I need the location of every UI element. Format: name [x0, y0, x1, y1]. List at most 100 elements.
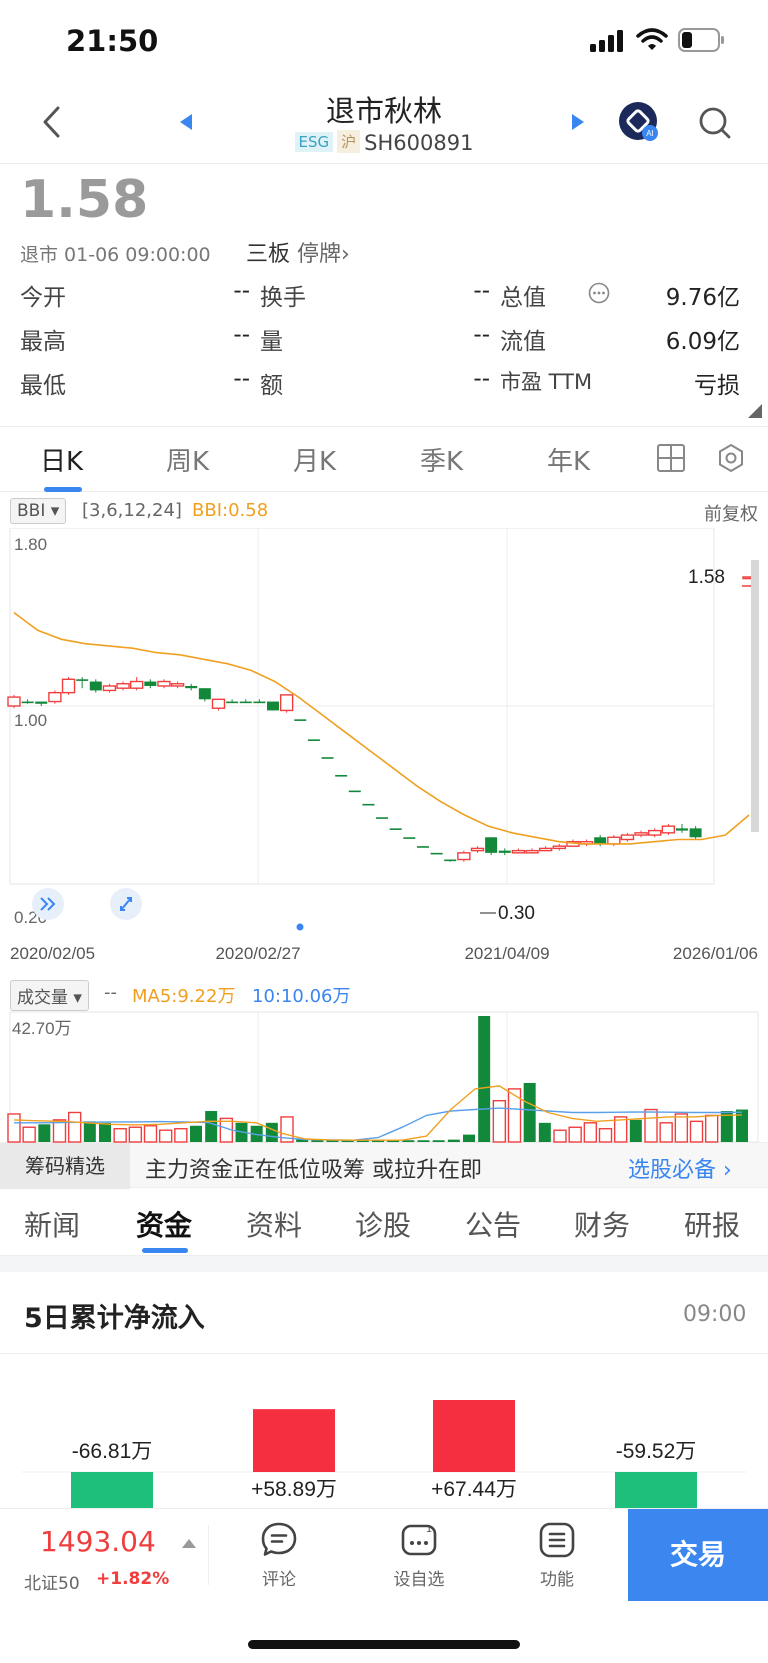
- candle: [211, 698, 226, 711]
- flow-bar: [71, 1472, 153, 1508]
- stat-value: 6.09亿: [665, 329, 740, 355]
- board-status[interactable]: 三板 停牌›: [246, 236, 350, 268]
- candle-body: [198, 688, 211, 700]
- kline-chart[interactable]: 1.801.000.202020/02/05 2020/02/27 2021/04/…: [0, 528, 768, 978]
- candle: [362, 803, 375, 806]
- stats-row: 最低 -- 额 -- 市盈 TTM 亏损: [20, 366, 740, 410]
- candle: [579, 839, 594, 847]
- banner-message: 主力资金正在低位吸筹 或拉升在即: [145, 1158, 482, 1183]
- next-stock-icon[interactable]: [570, 112, 586, 132]
- candle-body: [170, 683, 185, 687]
- tab-research[interactable]: 研报: [684, 1204, 740, 1244]
- candle: [239, 699, 252, 704]
- candle: [21, 699, 34, 704]
- current-price: 1.58: [20, 170, 149, 230]
- candle-body: [416, 846, 429, 848]
- volume-bar: [99, 1122, 111, 1142]
- candle: [7, 694, 21, 709]
- y-tick-label: 1.80: [14, 535, 47, 554]
- index-value[interactable]: 1493.04: [40, 1525, 156, 1558]
- stat-value: 亏损: [694, 373, 740, 399]
- status-bar: 21:50: [0, 0, 768, 82]
- stats-row: 最高 -- 量 -- 流值 6.09亿: [20, 322, 740, 366]
- volume-chart[interactable]: 42.70万: [0, 1010, 768, 1144]
- candle-body: [634, 832, 648, 836]
- event-marker[interactable]: [296, 923, 304, 931]
- tab-diagnosis[interactable]: 诊股: [355, 1204, 411, 1244]
- stat-value: --: [473, 278, 490, 304]
- stat-label: 市盈 TTM: [500, 370, 593, 394]
- add-watchlist-button[interactable]: 1 设自选: [374, 1521, 464, 1590]
- candle-body: [403, 837, 416, 839]
- divider: [208, 1525, 209, 1585]
- chart-scrollbar[interactable]: [751, 560, 759, 832]
- more-info-icon[interactable]: [588, 282, 610, 304]
- candle: [157, 679, 171, 689]
- expand-corner-icon[interactable]: [748, 404, 762, 418]
- indicator-select[interactable]: BBI ▾: [10, 498, 67, 524]
- stat-label: 换手: [260, 285, 306, 311]
- candle: [89, 679, 102, 693]
- tab-news[interactable]: 新闻: [24, 1204, 80, 1244]
- tab-profile[interactable]: 资料: [246, 1204, 302, 1244]
- ai-assistant-icon[interactable]: AI: [618, 101, 660, 143]
- layout-grid-icon[interactable]: [656, 443, 686, 473]
- candle: [307, 739, 320, 741]
- volume-bar: [538, 1122, 551, 1142]
- volume-indicator-select[interactable]: 成交量 ▾: [10, 980, 89, 1011]
- tab-announcements[interactable]: 公告: [465, 1204, 521, 1244]
- candle: [267, 701, 280, 711]
- volume-bar: [432, 1140, 445, 1142]
- promo-banner[interactable]: 筹码精选 主力资金正在低位吸筹 或拉升在即 选股必备 ›: [0, 1142, 768, 1189]
- bottom-toolbar: 1493.04 北证50 +1.82% 评论 1 设自选 功能 交易: [0, 1508, 768, 1601]
- candle-body: [389, 828, 402, 830]
- candle: [321, 757, 334, 759]
- stat-label: 最低: [20, 373, 66, 399]
- volume-bar: [659, 1122, 673, 1143]
- candle: [48, 690, 62, 704]
- functions-button[interactable]: 功能: [512, 1521, 602, 1590]
- candle-body: [538, 847, 553, 852]
- volume-bar: [22, 1126, 36, 1143]
- tab-week-k[interactable]: 周K: [166, 441, 209, 478]
- home-indicator[interactable]: [248, 1640, 520, 1649]
- trade-button[interactable]: 交易: [628, 1509, 768, 1601]
- candle-body: [430, 852, 443, 855]
- candle-body: [253, 701, 266, 704]
- candle: [430, 852, 443, 855]
- x-tick-label: 2026/01/06: [673, 944, 758, 963]
- tab-funds[interactable]: 资金: [136, 1204, 192, 1244]
- candle-body: [21, 701, 34, 704]
- search-icon[interactable]: [698, 106, 732, 140]
- flow-bar: [253, 1409, 335, 1472]
- tab-year-k[interactable]: 年K: [547, 441, 590, 478]
- market-tag: 沪: [337, 130, 361, 153]
- stat-value: --: [233, 366, 250, 392]
- candle-body: [239, 701, 252, 704]
- stock-code: SH600891: [364, 131, 474, 155]
- settings-icon[interactable]: [716, 443, 746, 473]
- index-expand-icon[interactable]: [182, 1539, 196, 1548]
- candle: [76, 677, 89, 689]
- active-tab-indicator: [44, 487, 82, 492]
- candle-body: [552, 845, 566, 850]
- adjust-mode[interactable]: 前复权: [704, 500, 758, 526]
- candle: [552, 843, 566, 851]
- tab-financials[interactable]: 财务: [574, 1204, 630, 1244]
- esg-tag[interactable]: ESG: [294, 132, 334, 152]
- banner-link[interactable]: 选股必备 ›: [628, 1152, 732, 1184]
- volume-bar: [629, 1119, 642, 1142]
- low-price-label: 0.30: [498, 903, 535, 924]
- candle-body: [226, 701, 239, 704]
- tab-day-k[interactable]: 日K: [40, 441, 83, 478]
- tab-month-k[interactable]: 月K: [293, 441, 336, 478]
- volume-bar: [158, 1129, 173, 1143]
- volume-bar: [553, 1129, 567, 1143]
- stat-value: --: [233, 278, 250, 304]
- candle: [185, 683, 198, 691]
- comment-button[interactable]: 评论: [234, 1521, 324, 1590]
- candle: [485, 837, 498, 856]
- candle-body: [307, 739, 320, 741]
- tab-quarter-k[interactable]: 季K: [420, 441, 463, 478]
- stat-value: --: [473, 322, 490, 348]
